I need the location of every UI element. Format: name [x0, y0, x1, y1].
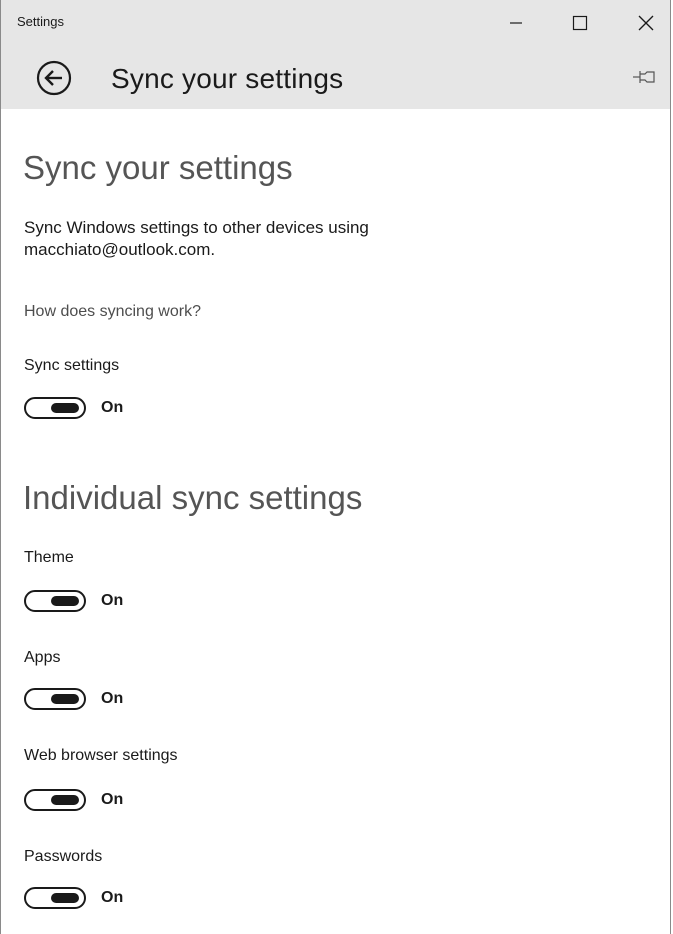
sync-description: Sync Windows settings to other devices u… — [24, 217, 369, 261]
minimize-icon — [510, 22, 522, 24]
apps-label: Apps — [24, 649, 61, 666]
theme-toggle-row: On — [24, 590, 123, 612]
minimize-button[interactable] — [493, 0, 539, 46]
how-syncing-works-link[interactable]: How does syncing work? — [24, 303, 201, 321]
back-arrow-icon — [36, 60, 72, 96]
close-icon — [638, 15, 654, 31]
toggle-knob — [51, 893, 79, 903]
toggle-knob — [51, 694, 79, 704]
passwords-toggle-row: On — [24, 887, 123, 909]
sync-settings-toggle[interactable] — [24, 397, 86, 419]
close-button[interactable] — [623, 0, 669, 46]
apps-toggle[interactable] — [24, 688, 86, 710]
sync-settings-state: On — [101, 399, 124, 416]
page-title: Sync your settings — [111, 63, 344, 94]
passwords-label: Passwords — [24, 848, 103, 865]
web-browser-settings-label: Web browser settings — [24, 747, 178, 764]
apps-toggle-row: On — [24, 688, 123, 710]
apps-state: On — [101, 690, 124, 707]
web-browser-settings-toggle-row: On — [24, 789, 123, 811]
theme-toggle[interactable] — [24, 590, 86, 612]
theme-label: Theme — [24, 549, 74, 566]
section-heading-sync: Sync your settings — [23, 149, 293, 186]
title-bar[interactable]: Settings — [1, 0, 670, 46]
toggle-knob — [51, 596, 79, 606]
maximize-button[interactable] — [557, 0, 603, 46]
toggle-knob — [51, 795, 79, 805]
web-browser-settings-toggle[interactable] — [24, 789, 86, 811]
maximize-icon — [572, 15, 588, 31]
passwords-state: On — [101, 889, 124, 906]
sync-description-line2: macchiato@outlook.com. — [24, 240, 216, 259]
theme-state: On — [101, 592, 124, 609]
section-heading-individual: Individual sync settings — [23, 479, 363, 516]
pin-icon — [633, 71, 655, 83]
sync-description-line1: Sync Windows settings to other devices u… — [24, 218, 369, 237]
web-browser-settings-state: On — [101, 791, 124, 808]
back-button[interactable] — [35, 59, 73, 97]
sync-settings-label: Sync settings — [24, 357, 120, 374]
passwords-toggle[interactable] — [24, 887, 86, 909]
sync-settings-toggle-row: On — [24, 397, 123, 419]
window-title: Settings — [17, 14, 64, 29]
page-header: Sync your settings — [1, 46, 670, 109]
settings-window: Settings Sync your settings Sync your se… — [0, 0, 671, 934]
toggle-knob — [51, 403, 79, 413]
pin-button[interactable] — [632, 66, 658, 88]
